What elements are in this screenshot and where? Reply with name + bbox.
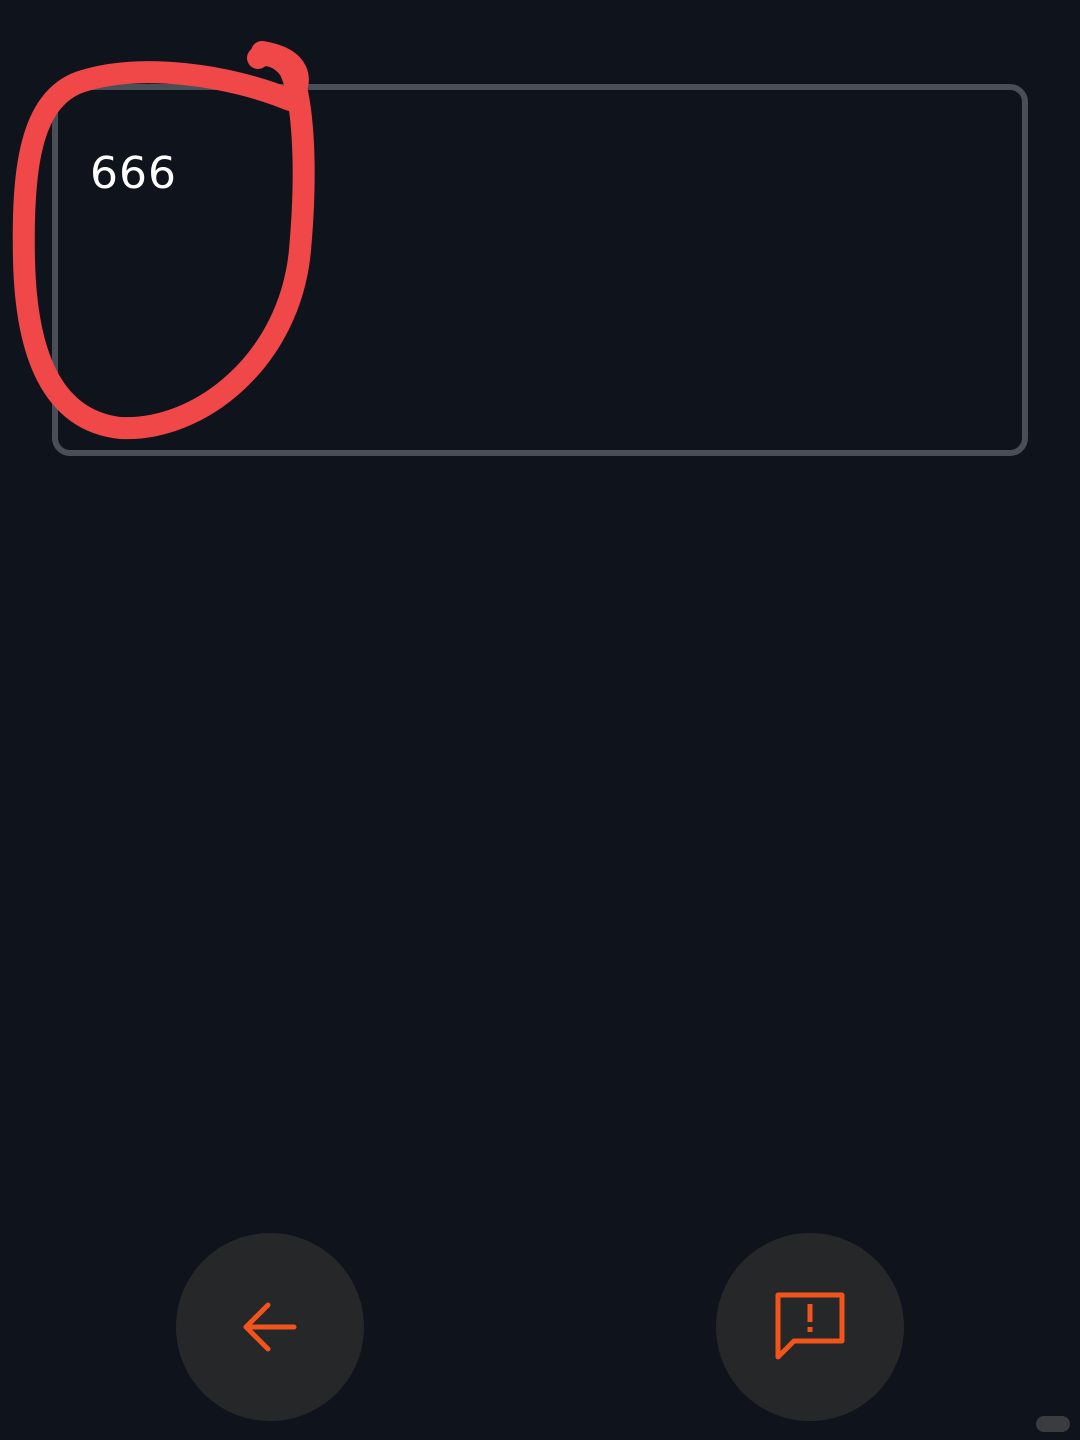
back-button[interactable] [176, 1233, 364, 1421]
watermark-logo [1036, 1416, 1070, 1432]
text-input-area[interactable]: 666 [52, 84, 1028, 456]
screen: 666 [0, 0, 1080, 1440]
report-feedback-icon [775, 1292, 845, 1360]
input-text-value: 666 [90, 148, 177, 199]
report-button[interactable] [716, 1233, 904, 1421]
arrow-left-icon [243, 1302, 297, 1352]
